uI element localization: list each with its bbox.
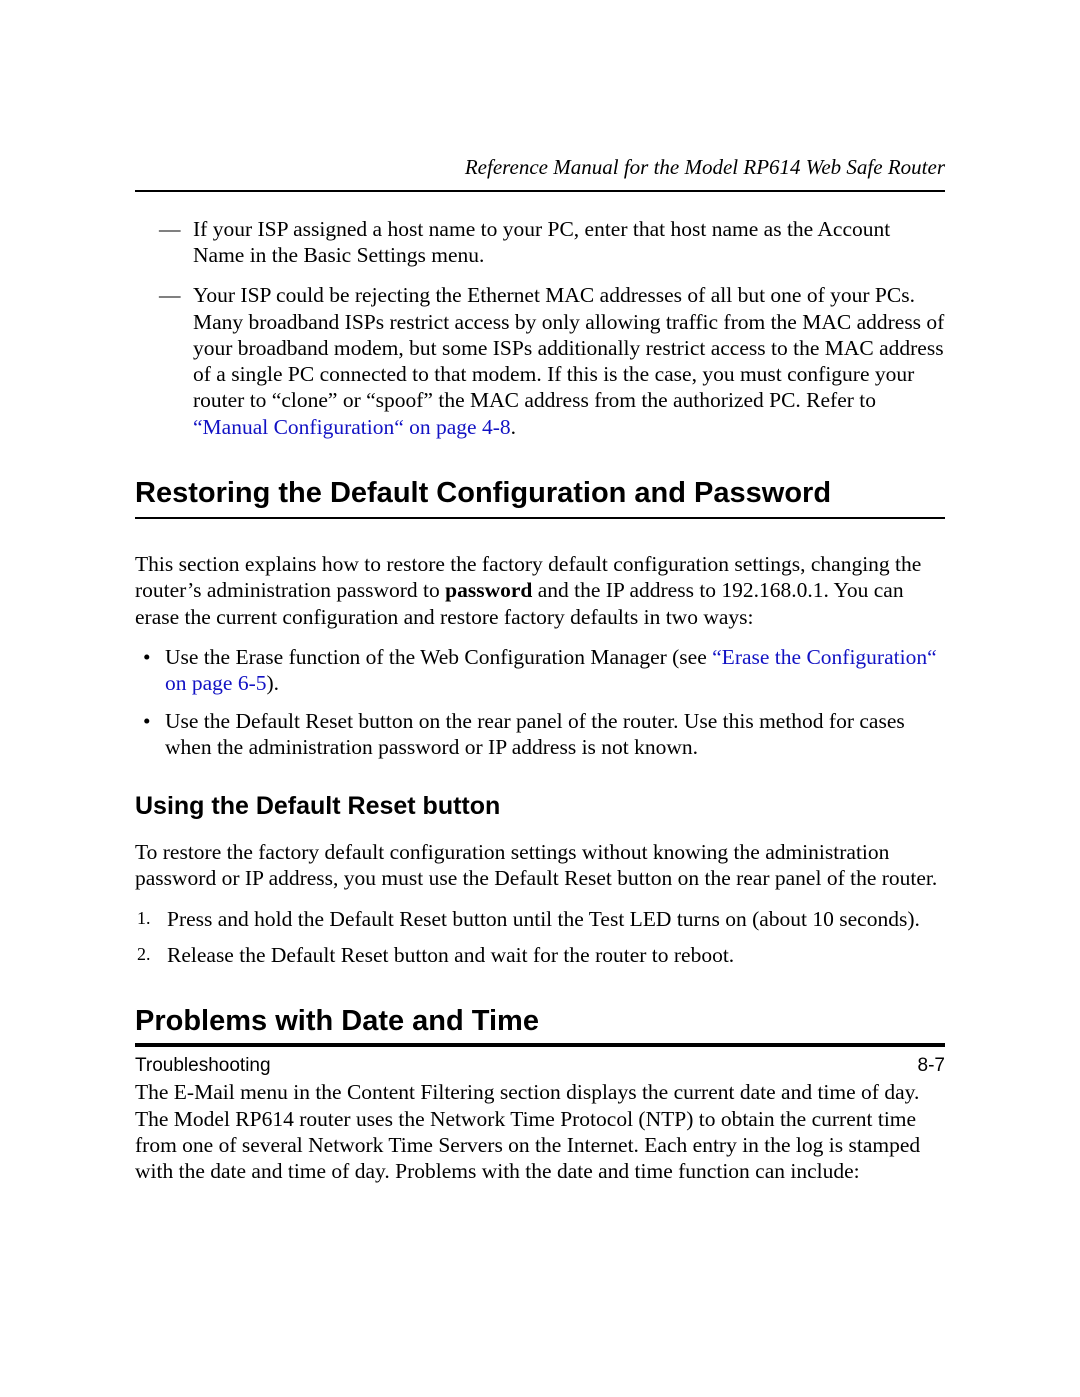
dash-item: Your ISP could be rejecting the Ethernet… bbox=[175, 282, 945, 439]
section-heading-restore: Restoring the Default Configuration and … bbox=[135, 476, 945, 511]
dash-item: If your ISP assigned a host name to your… bbox=[175, 216, 945, 268]
header-rule bbox=[135, 190, 945, 192]
footer-page-number: 8-7 bbox=[918, 1055, 945, 1077]
cross-ref-link[interactable]: “Manual Configuration“ on page 4-8 bbox=[193, 415, 511, 439]
dash-item-text: If your ISP assigned a host name to your… bbox=[193, 217, 890, 267]
numbered-steps: Press and hold the Default Reset button … bbox=[135, 906, 945, 968]
body-content: If your ISP assigned a host name to your… bbox=[135, 216, 945, 1184]
subsection-para: To restore the factory default configura… bbox=[135, 839, 945, 891]
dash-item-text-after: . bbox=[511, 415, 516, 439]
running-header: Reference Manual for the Model RP614 Web… bbox=[135, 155, 945, 180]
page: Reference Manual for the Model RP614 Web… bbox=[0, 0, 1080, 1397]
step-item: Press and hold the Default Reset button … bbox=[167, 906, 945, 932]
footer-section-name: Troubleshooting bbox=[135, 1055, 271, 1077]
page-footer: Troubleshooting 8-7 bbox=[135, 1043, 945, 1077]
bullet-text: Use the Default Reset button on the rear… bbox=[165, 709, 905, 759]
bullet-item: Use the Erase function of the Web Config… bbox=[165, 644, 945, 696]
section1-intro-para: This section explains how to restore the… bbox=[135, 551, 945, 630]
section-heading-datetime: Problems with Date and Time bbox=[135, 1004, 945, 1039]
step-item: Release the Default Reset button and wai… bbox=[167, 942, 945, 968]
dash-list: If your ISP assigned a host name to your… bbox=[135, 216, 945, 440]
section-rule bbox=[135, 517, 945, 519]
bold-password: password bbox=[445, 578, 532, 602]
bullet-item: Use the Default Reset button on the rear… bbox=[165, 708, 945, 760]
bullet-text: Use the Erase function of the Web Config… bbox=[165, 645, 712, 669]
section2-para: The E-Mail menu in the Content Filtering… bbox=[135, 1079, 945, 1184]
footer-rule bbox=[135, 1043, 945, 1045]
bullet-text-after: ). bbox=[267, 671, 280, 695]
subsection-heading-reset: Using the Default Reset button bbox=[135, 791, 945, 822]
dash-item-text: Your ISP could be rejecting the Ethernet… bbox=[193, 283, 944, 412]
bullet-list: Use the Erase function of the Web Config… bbox=[135, 644, 945, 761]
